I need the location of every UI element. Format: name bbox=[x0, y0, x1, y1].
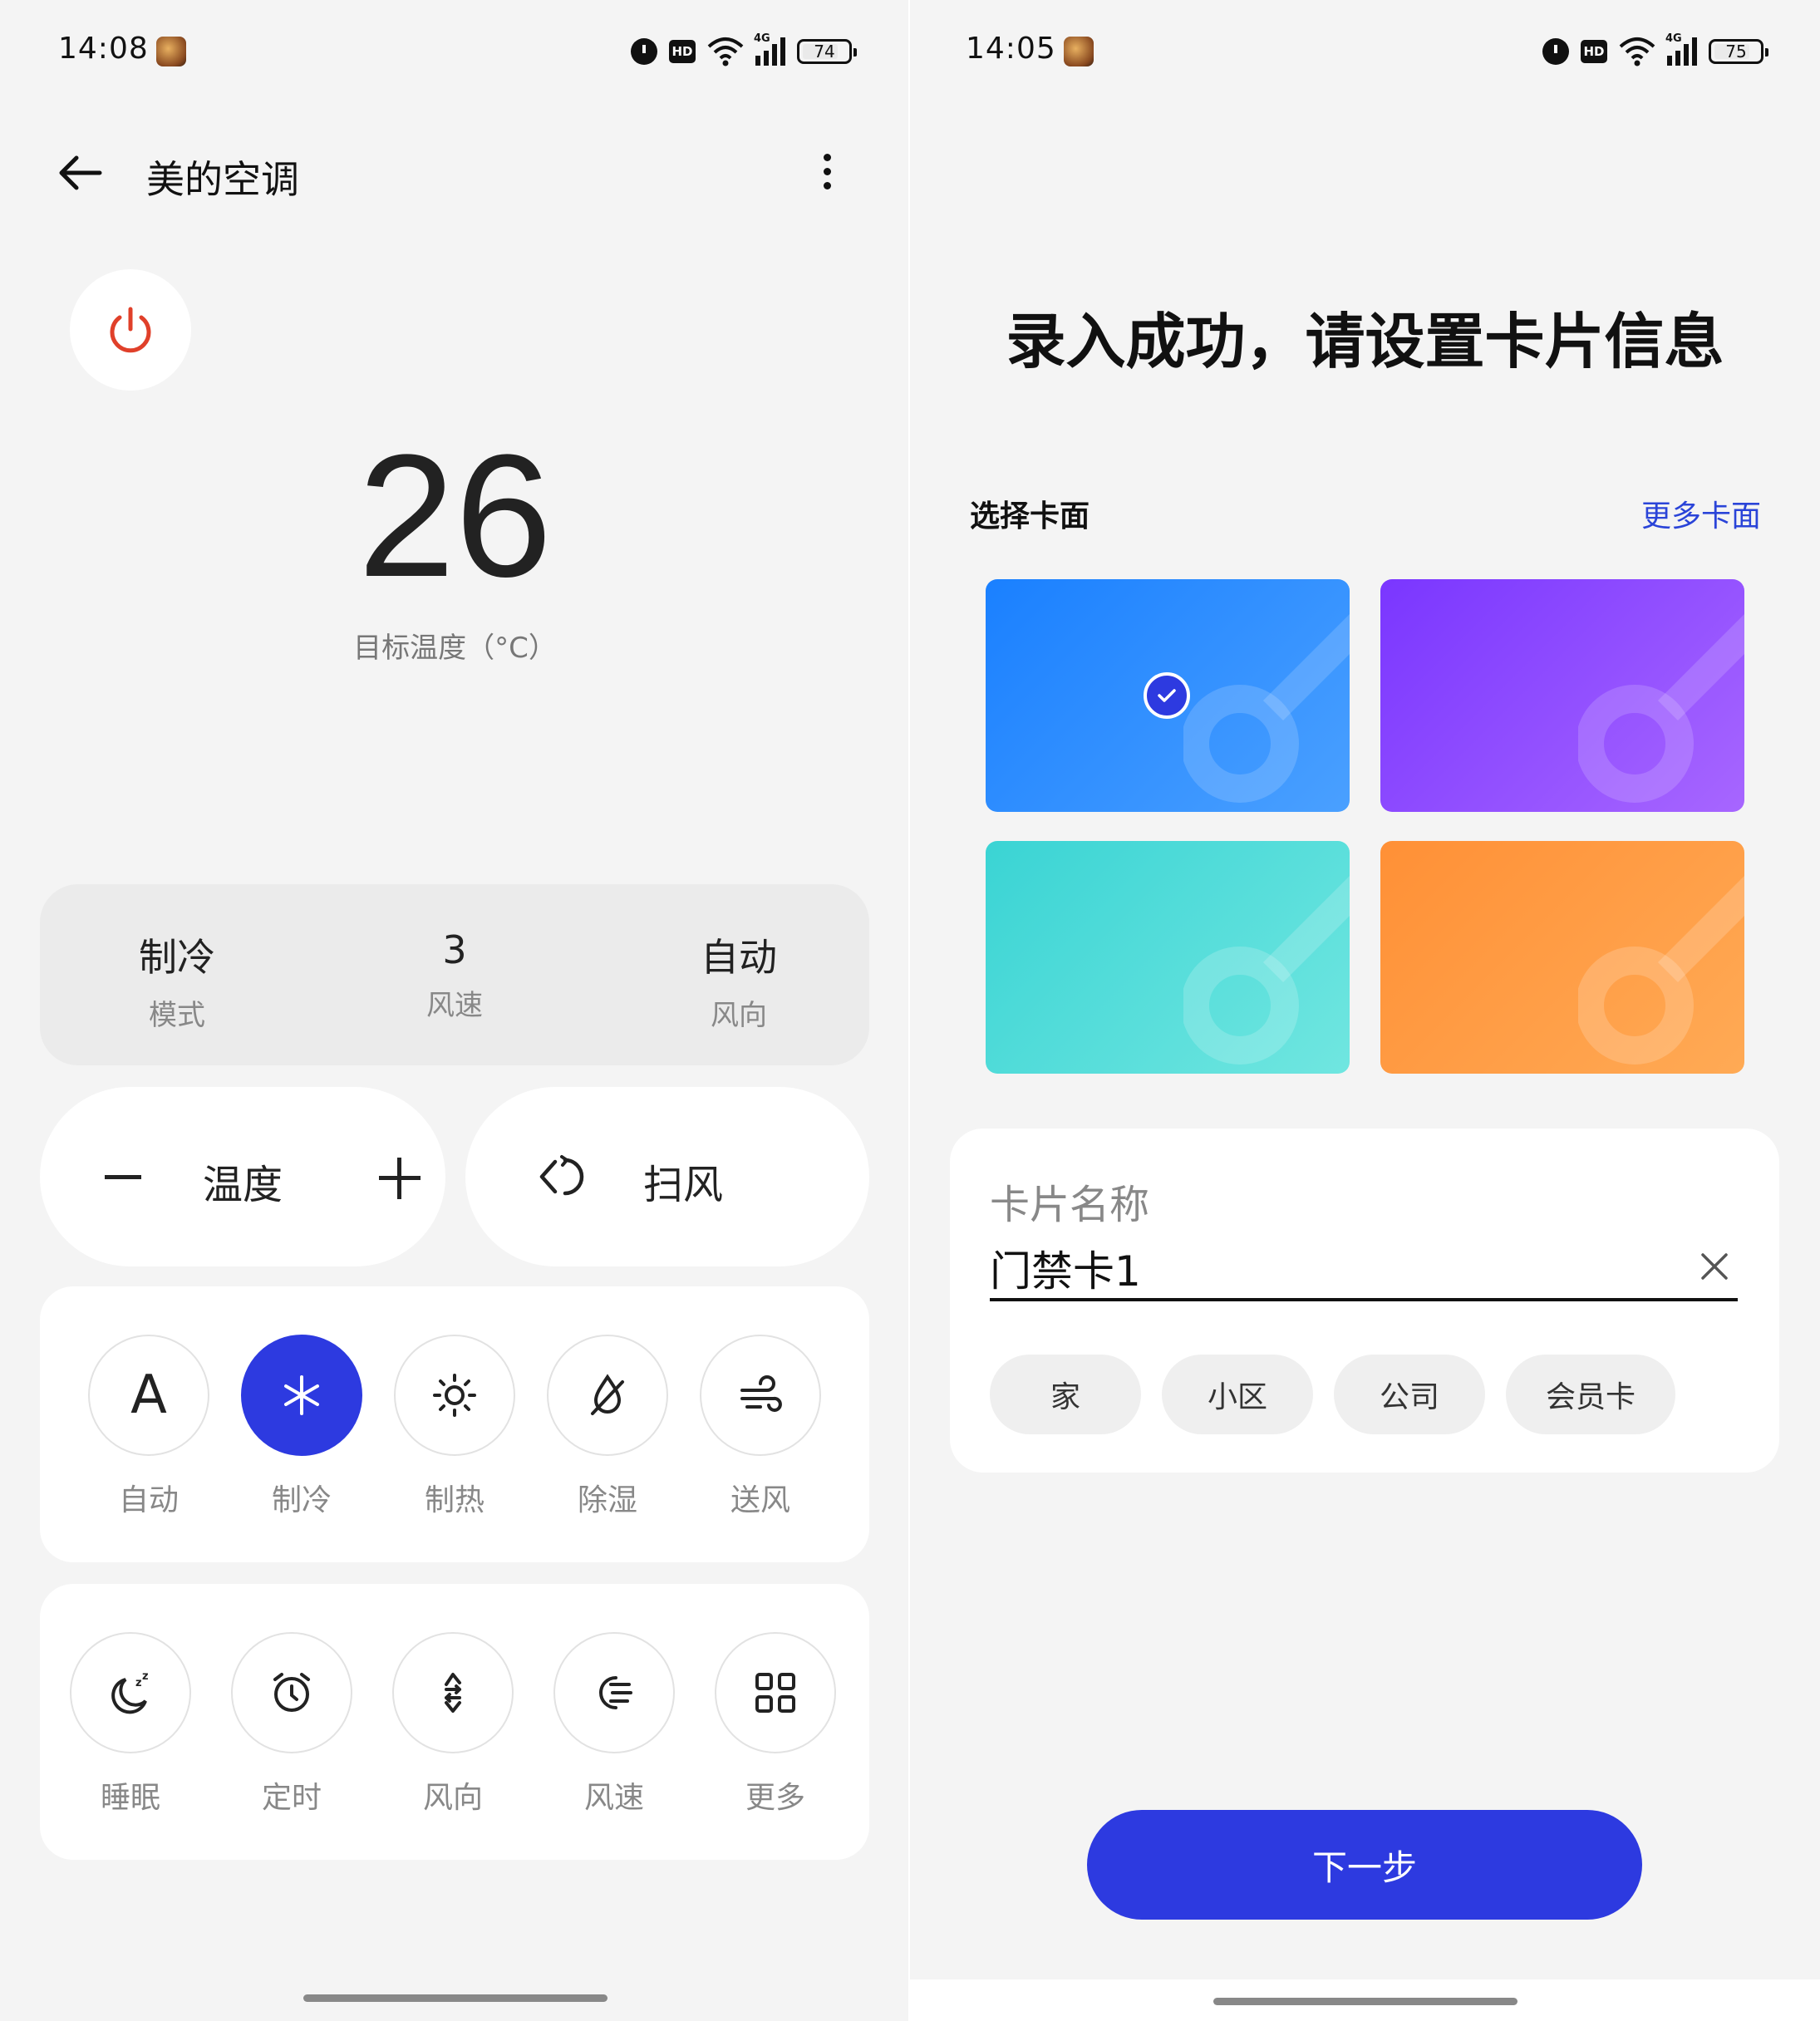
selected-check-icon bbox=[1144, 672, 1190, 719]
key-watermark-icon bbox=[1578, 613, 1744, 803]
card-name-input[interactable] bbox=[990, 1238, 1738, 1301]
page-title: 美的空调 bbox=[146, 157, 299, 202]
home-indicator[interactable] bbox=[303, 1994, 607, 2002]
alarm-status-icon bbox=[1542, 38, 1569, 65]
more-options-icon[interactable] bbox=[814, 150, 839, 199]
sleep-moon-icon: zz bbox=[111, 1670, 149, 1714]
battery-icon: 74 bbox=[797, 39, 857, 64]
temperature-increase-button[interactable] bbox=[379, 1158, 421, 1199]
temperature-control: 温度 bbox=[40, 1087, 445, 1266]
card-name-label: 卡片名称 bbox=[990, 1182, 1150, 1228]
wind-icon bbox=[740, 1375, 782, 1412]
card-face-blue[interactable] bbox=[986, 579, 1350, 812]
svg-text:z: z bbox=[142, 1670, 149, 1683]
home-indicator[interactable] bbox=[1213, 1998, 1517, 2005]
swing-button[interactable]: 扫风 bbox=[465, 1087, 869, 1266]
signal-4g-icon: 4G bbox=[754, 32, 785, 66]
hd-status-icon: HD bbox=[669, 40, 696, 63]
status-time: 14:08 bbox=[58, 32, 149, 66]
card-face-orange[interactable] bbox=[1380, 841, 1744, 1074]
chip-company[interactable]: 公司 bbox=[1334, 1355, 1485, 1434]
function-selector: zz 睡眠 定时 风向 风速 更多 bbox=[40, 1584, 869, 1860]
grid-icon bbox=[755, 1673, 795, 1713]
swing-label: 扫风 bbox=[643, 1162, 724, 1208]
mode-cool-button[interactable]: 制冷 bbox=[241, 1335, 362, 1519]
temperature-control-label: 温度 bbox=[203, 1162, 283, 1208]
hd-status-icon: HD bbox=[1581, 40, 1607, 63]
status-panel: 制冷 模式 3 风速 自动 风向 bbox=[40, 884, 869, 1065]
power-icon bbox=[110, 307, 151, 353]
back-arrow-icon[interactable] bbox=[55, 148, 105, 198]
signal-4g-icon: 4G bbox=[1665, 32, 1697, 66]
target-temperature-value: 26 bbox=[357, 418, 553, 613]
timer-button[interactable]: 定时 bbox=[231, 1632, 352, 1817]
card-face-purple[interactable] bbox=[1380, 579, 1744, 812]
page-title: 录入成功，请设置卡片信息 bbox=[1006, 307, 1724, 376]
more-button[interactable]: 更多 bbox=[715, 1632, 836, 1817]
wifi-icon bbox=[707, 37, 744, 66]
notification-avatar-icon bbox=[1064, 37, 1094, 66]
dehumidify-icon bbox=[591, 1374, 624, 1415]
key-watermark-icon bbox=[1183, 613, 1350, 803]
select-face-label: 选择卡面 bbox=[970, 499, 1090, 534]
sleep-button[interactable]: zz 睡眠 bbox=[70, 1632, 191, 1817]
swing-icon bbox=[539, 1155, 584, 1196]
next-step-button[interactable]: 下一步 bbox=[1087, 1810, 1642, 1920]
chip-membership-card[interactable]: 会员卡 bbox=[1506, 1355, 1675, 1434]
status-bar: 14:08 HD 4G 74 bbox=[0, 32, 910, 71]
status-bar: 14:05 HD 4G 75 bbox=[910, 32, 1820, 71]
clear-input-icon[interactable] bbox=[1698, 1250, 1731, 1283]
snowflake-icon bbox=[284, 1375, 319, 1415]
status-mode: 制冷 模式 bbox=[139, 935, 215, 1032]
mode-dehumidify-button[interactable]: 除湿 bbox=[547, 1335, 668, 1519]
temperature-decrease-button[interactable] bbox=[105, 1175, 141, 1179]
card-face-teal[interactable] bbox=[986, 841, 1350, 1074]
chip-home[interactable]: 家 bbox=[990, 1355, 1141, 1434]
chip-community[interactable]: 小区 bbox=[1162, 1355, 1313, 1434]
card-setup-screen: 14:05 HD 4G 75 录入成功，请设置卡片信息 选择卡面 更多卡面 卡片… bbox=[910, 0, 1820, 2021]
wind-direction-button[interactable]: 风向 bbox=[392, 1632, 514, 1817]
status-time: 14:05 bbox=[966, 32, 1056, 66]
key-watermark-icon bbox=[1578, 875, 1744, 1065]
more-faces-link[interactable]: 更多卡面 bbox=[1641, 492, 1761, 535]
auto-icon: A bbox=[130, 1365, 167, 1426]
target-temperature-caption: 目标温度（°C） bbox=[353, 632, 557, 665]
mode-auto-button[interactable]: A 自动 bbox=[88, 1335, 209, 1519]
status-wind-direction: 自动 风向 bbox=[701, 935, 777, 1032]
svg-text:z: z bbox=[135, 1677, 142, 1689]
notification-avatar-icon bbox=[156, 37, 186, 66]
alarm-clock-icon bbox=[273, 1673, 310, 1712]
power-button[interactable] bbox=[70, 269, 191, 391]
battery-icon: 75 bbox=[1709, 39, 1768, 64]
fan-speed-icon bbox=[599, 1676, 632, 1709]
fan-speed-button[interactable]: 风速 bbox=[553, 1632, 675, 1817]
ac-control-screen: 14:08 HD 4G 74 美的空调 26 目标温度（°C） 制冷 模式 3 … bbox=[0, 0, 910, 2021]
wind-direction-icon bbox=[445, 1673, 461, 1713]
sun-icon bbox=[433, 1374, 476, 1417]
mode-heat-button[interactable]: 制热 bbox=[394, 1335, 515, 1519]
status-fan-speed: 3 风速 bbox=[426, 927, 483, 1022]
alarm-status-icon bbox=[631, 38, 657, 65]
wifi-icon bbox=[1619, 37, 1655, 66]
mode-fan-button[interactable]: 送风 bbox=[700, 1335, 821, 1519]
key-watermark-icon bbox=[1183, 875, 1350, 1065]
mode-selector: A 自动 制冷 制热 除湿 送风 bbox=[40, 1286, 869, 1562]
card-name-panel: 卡片名称 家 小区 公司 会员卡 bbox=[950, 1129, 1779, 1473]
